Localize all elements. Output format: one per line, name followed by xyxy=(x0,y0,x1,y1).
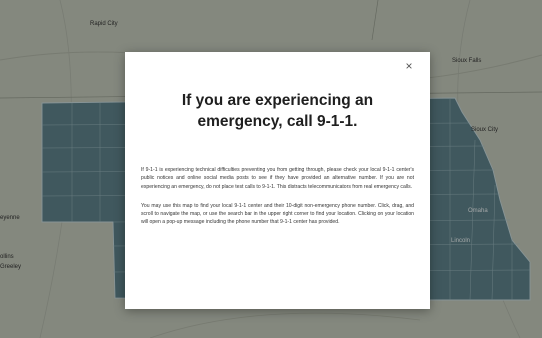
notice-paragraph-map-instructions: You may use this map to find your local … xyxy=(141,202,414,226)
dialog-body: If 9-1-1 is experiencing technical diffi… xyxy=(141,166,414,238)
dialog-title: If you are experiencing an emergency, ca… xyxy=(181,92,374,130)
notice-paragraph-technical-difficulties: If 9-1-1 is experiencing technical diffi… xyxy=(141,167,414,190)
emergency-notice-dialog: × If you are experiencing an emergency, … xyxy=(125,52,430,309)
close-icon[interactable]: × xyxy=(402,59,416,73)
